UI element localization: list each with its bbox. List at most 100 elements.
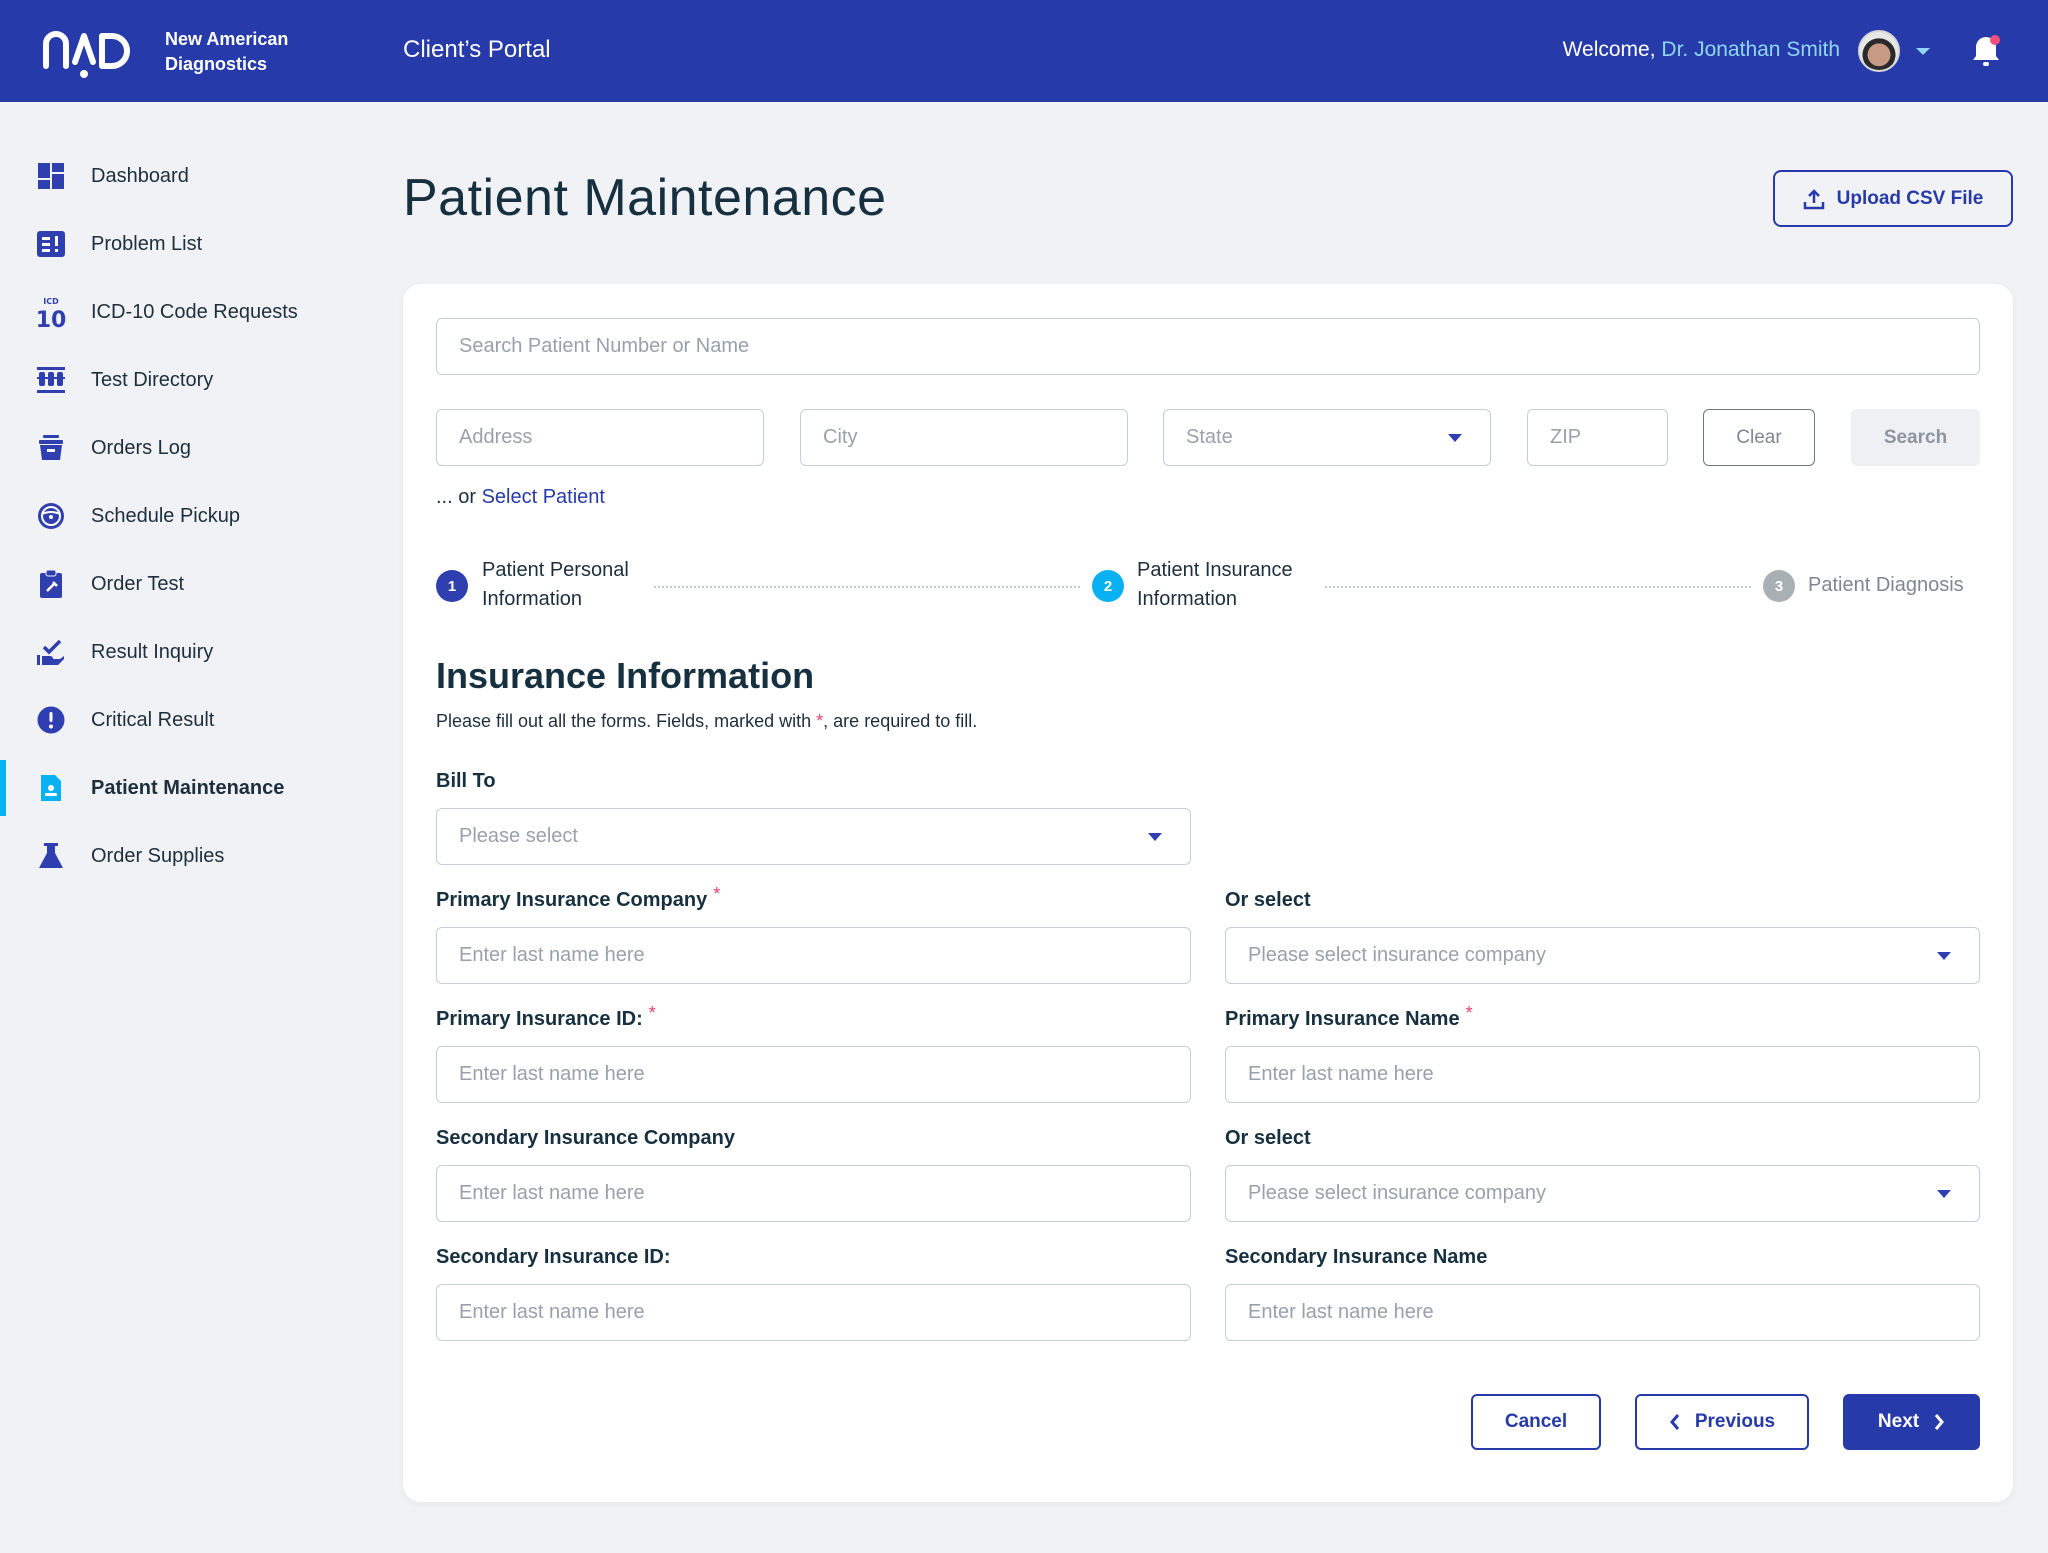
nad-logo-icon[interactable] [42,30,142,80]
zip-input[interactable] [1550,426,1667,449]
patient-file-icon [36,773,66,803]
upload-csv-label: Upload CSV File [1836,187,1984,209]
state-select[interactable]: State [1163,409,1491,466]
steering-wheel-icon [36,501,66,531]
clear-button[interactable]: Clear [1703,409,1815,466]
step-1-badge[interactable]: 1 [436,570,468,602]
label-text: Or select [1225,1127,1311,1149]
next-label: Next [1877,1411,1920,1432]
flask-icon [36,841,66,871]
primary-id-input[interactable] [459,1063,1190,1086]
primary-id-field[interactable] [436,1046,1191,1103]
svg-text:10: 10 [36,308,66,328]
city-input[interactable] [823,426,1127,449]
secondary-name-input[interactable] [1248,1301,1979,1324]
required-star: * [713,884,721,904]
primary-name-input[interactable] [1248,1063,1979,1086]
label-text: Primary Insurance Company [436,889,708,911]
step-connector [654,586,1080,588]
problem-list-icon [36,229,66,259]
sidebar-item-orders-log[interactable]: Orders Log [0,420,370,476]
notification-dot [1990,35,2000,45]
step-1-label[interactable]: Patient Personal Information [482,556,629,614]
next-button[interactable]: Next [1843,1394,1980,1450]
sidebar-item-patient-maintenance[interactable]: Patient Maintenance [0,760,370,816]
user-name[interactable]: Dr. Jonathan Smith [1661,38,1840,61]
sidebar-item-icd10[interactable]: ICD 10 ICD-10 Code Requests [0,284,370,340]
step-3-label[interactable]: Patient Diagnosis [1808,571,1964,600]
sidebar-item-dashboard[interactable]: Dashboard [0,148,370,204]
upload-icon [1803,188,1824,209]
secondary-name-label: Secondary Insurance Name [1225,1246,1487,1269]
upload-csv-button[interactable]: Upload CSV File [1773,170,2013,227]
sidebar-item-schedule-pickup[interactable]: Schedule Pickup [0,488,370,544]
step-2-badge[interactable]: 2 [1092,570,1124,602]
bell-icon[interactable] [1970,34,2002,68]
sidebar-item-label: Result Inquiry [91,640,214,663]
sidebar-item-label: Order Supplies [91,844,225,867]
page-title: Patient Maintenance [403,169,887,227]
chevron-down-icon [1937,1190,1951,1198]
chevron-left-icon [1669,1414,1679,1430]
chevron-down-icon [1448,434,1462,442]
step-1-line2: Information [482,588,583,610]
previous-button[interactable]: Previous [1635,1394,1809,1450]
label-text: Secondary Insurance Name [1225,1246,1488,1268]
label-text: Bill To [436,770,496,792]
user-menu-caret-icon[interactable] [1916,48,1930,55]
secondary-or-select-label: Or select [1225,1127,1311,1150]
primary-name-label: Primary Insurance Name * [1225,1003,1473,1031]
secondary-company-input[interactable] [459,1182,1190,1205]
patient-search-field[interactable] [436,318,1980,375]
secondary-id-field[interactable] [436,1284,1191,1341]
sidebar-item-result-inquiry[interactable]: Result Inquiry [0,624,370,680]
search-button[interactable]: Search [1851,409,1980,466]
alert-circle-icon [36,705,66,735]
portal-title: Client’s Portal [403,36,551,63]
secondary-name-field[interactable] [1225,1284,1980,1341]
select-patient-link[interactable]: Select Patient [482,486,605,508]
avatar[interactable] [1858,30,1900,72]
sidebar-item-label: Problem List [91,232,203,255]
test-tubes-icon [36,365,66,395]
welcome-prefix: Welcome, [1562,38,1662,61]
sidebar-item-critical-result[interactable]: Critical Result [0,692,370,748]
address-input[interactable] [459,426,763,449]
dashboard-icon [36,161,66,191]
city-field[interactable] [800,409,1128,466]
zip-field[interactable] [1527,409,1668,466]
sidebar-item-label: Dashboard [91,164,189,187]
address-field[interactable] [436,409,764,466]
step-3-badge[interactable]: 3 [1763,570,1795,602]
patient-search-input[interactable] [459,335,1979,358]
previous-label: Previous [1694,1411,1776,1432]
step-2-line2: Information [1137,588,1238,610]
required-star: * [648,1003,656,1023]
required-star: * [1465,1003,1473,1023]
icd10-icon: ICD 10 [36,297,66,328]
sidebar-item-test-directory[interactable]: Test Directory [0,352,370,408]
primary-id-label: Primary Insurance ID: * [436,1003,656,1031]
step-connector [1325,586,1751,588]
cancel-label: Cancel [1504,1411,1568,1432]
bill-to-placeholder: Please select [459,825,578,847]
sidebar-item-order-test[interactable]: Order Test [0,556,370,612]
cancel-button[interactable]: Cancel [1471,1394,1601,1450]
secondary-id-input[interactable] [459,1301,1190,1324]
primary-company-select[interactable]: Please select insurance company [1225,927,1980,984]
bill-to-label: Bill To [436,770,496,793]
primary-name-field[interactable] [1225,1046,1980,1103]
subtitle-text-end: , are required to fill. [823,711,978,731]
primary-company-field[interactable] [436,927,1191,984]
step-2-label[interactable]: Patient Insurance Information [1137,556,1293,614]
sidebar-item-order-supplies[interactable]: Order Supplies [0,828,370,884]
sidebar-item-problem-list[interactable]: Problem List [0,216,370,272]
sidebar: Dashboard Problem List ICD 10 ICD-10 Code… [0,102,370,1553]
bill-to-select[interactable]: Please select [436,808,1191,865]
label-text: Secondary Insurance Company [436,1127,735,1149]
clipboard-icon [36,569,66,599]
secondary-company-select[interactable]: Please select insurance company [1225,1165,1980,1222]
label-text: Primary Insurance Name [1225,1008,1460,1030]
secondary-company-field[interactable] [436,1165,1191,1222]
primary-company-input[interactable] [459,944,1190,967]
